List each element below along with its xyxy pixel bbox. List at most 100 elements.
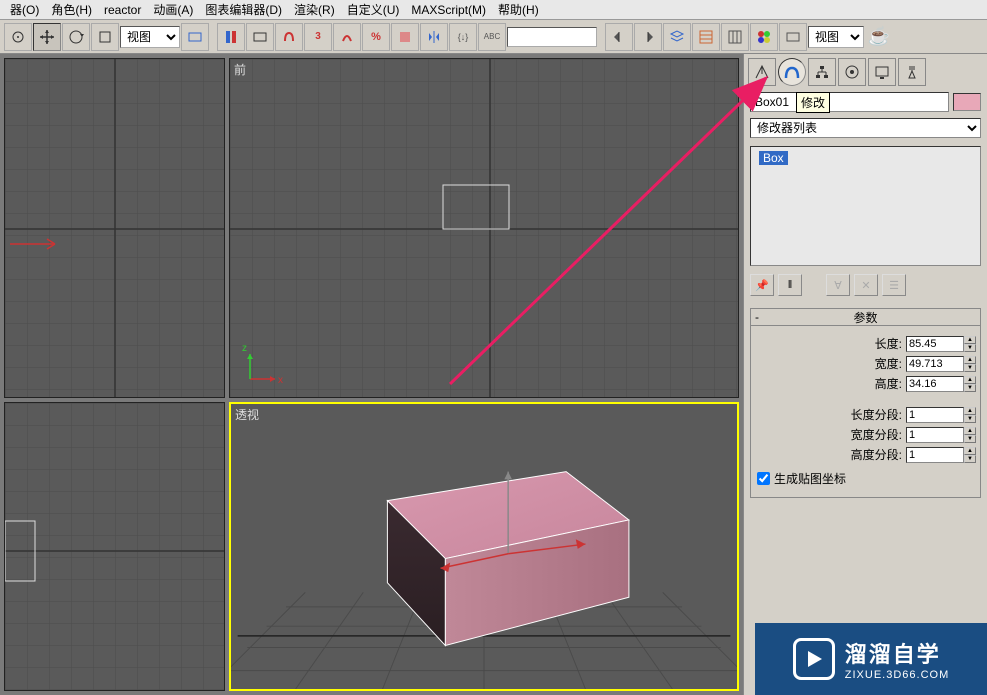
toggle-x-button[interactable] (605, 23, 633, 51)
height-spinner[interactable]: ▲▼ (964, 376, 976, 392)
height-seg-label: 高度分段: (851, 446, 902, 463)
width-segments-input[interactable] (906, 427, 964, 443)
rotate-button[interactable] (62, 23, 90, 51)
align-button[interactable]: {↓} (449, 23, 477, 51)
width-input[interactable] (906, 356, 964, 372)
create-tab[interactable] (748, 58, 776, 86)
hseg-spinner[interactable]: ▲▼ (964, 447, 976, 463)
width-label: 宽度: (875, 355, 902, 372)
quick-align-button[interactable]: ABC (478, 23, 506, 51)
wseg-spinner[interactable]: ▲▼ (964, 427, 976, 443)
svg-text:z: z (242, 343, 247, 354)
viewport-persp-label: 透视 (235, 406, 259, 423)
grid-top (5, 59, 224, 397)
select-object-button[interactable] (4, 23, 32, 51)
menu-animation[interactable]: 动画(A) (147, 0, 199, 20)
length-label: 长度: (875, 335, 902, 352)
use-center-button[interactable] (181, 23, 209, 51)
render-scene-button[interactable] (779, 23, 807, 51)
rollup-toggle-icon: - (755, 310, 759, 324)
select-manipulate-button[interactable] (217, 23, 245, 51)
menu-maxscript[interactable]: MAXScript(M) (405, 1, 492, 19)
stack-toolbar: 📌 ‖ ∀ ✕ ☰ (744, 270, 987, 300)
utilities-tab[interactable] (898, 58, 926, 86)
named-selection-input[interactable] (507, 27, 597, 47)
display-tab[interactable] (868, 58, 896, 86)
hierarchy-tab[interactable] (808, 58, 836, 86)
remove-modifier-button[interactable]: ✕ (854, 274, 878, 296)
menu-group[interactable]: 器(O) (4, 0, 45, 20)
move-button[interactable] (33, 23, 61, 51)
snap-toggle-button[interactable] (275, 23, 303, 51)
toggle-y-button[interactable] (634, 23, 662, 51)
width-spinner[interactable]: ▲▼ (964, 356, 976, 372)
length-input[interactable] (906, 336, 964, 352)
modifier-list-select[interactable]: 修改器列表 (750, 118, 981, 138)
parameters-rollup-body: 长度: ▲▼ 宽度: ▲▼ 高度: ▲▼ 长度分段: ▲▼ 宽度分段: ▲▼ 高… (750, 326, 981, 498)
watermark-sub: ZIXUE.3D66.COM (845, 669, 949, 681)
length-segments-input[interactable] (906, 407, 964, 423)
rollup-title: 参数 (853, 309, 877, 326)
height-label: 高度: (875, 375, 902, 392)
angle-snap-button[interactable]: 3 (304, 23, 332, 51)
schematic-view-button[interactable] (721, 23, 749, 51)
menu-render[interactable]: 渲染(R) (288, 0, 341, 20)
grid-persp (231, 404, 737, 689)
mirror-button[interactable] (420, 23, 448, 51)
gen-mapping-coords-checkbox[interactable] (757, 472, 770, 485)
menu-customize[interactable]: 自定义(U) (341, 0, 406, 20)
command-panel: Box01 修改 修改器列表 Box 📌 ‖ ∀ ✕ ☰ - 参数 长度: (743, 54, 987, 695)
grid-left (5, 403, 224, 690)
viewport-front[interactable]: 前 x z (229, 58, 739, 398)
percent-snap-button[interactable] (333, 23, 361, 51)
modifier-stack[interactable]: Box (750, 146, 981, 266)
play-icon (793, 638, 835, 680)
viewport-perspective[interactable]: 透视 (229, 402, 739, 691)
curve-editor-button[interactable] (692, 23, 720, 51)
object-color-swatch[interactable] (953, 93, 981, 111)
length-seg-label: 长度分段: (851, 406, 902, 423)
scale-button[interactable] (91, 23, 119, 51)
viewport-left[interactable] (4, 402, 225, 691)
svg-text:x: x (278, 375, 283, 386)
config-button[interactable]: ☰ (882, 274, 906, 296)
render-preset-select[interactable]: 视图 (808, 26, 864, 48)
reference-coord-select[interactable]: 视图 (120, 26, 180, 48)
parameters-rollup-header[interactable]: - 参数 (750, 308, 981, 326)
show-end-result-button[interactable]: ‖ (778, 274, 802, 296)
height-segments-input[interactable] (906, 447, 964, 463)
watermark-badge: 溜溜自学 ZIXUE.3D66.COM (755, 623, 987, 695)
viewports-container: 前 x z (0, 54, 743, 695)
menu-bar: 器(O) 角色(H) reactor 动画(A) 图表编辑器(D) 渲染(R) … (0, 0, 987, 20)
modify-tab[interactable] (778, 58, 806, 86)
main-toolbar: 视图 3 % {↓} ABC 视图 ☕ (0, 20, 987, 54)
motion-tab[interactable] (838, 58, 866, 86)
keyboard-shortcut-button[interactable] (246, 23, 274, 51)
make-unique-button[interactable]: ∀ (826, 274, 850, 296)
width-seg-label: 宽度分段: (851, 426, 902, 443)
height-input[interactable] (906, 376, 964, 392)
named-selection-button[interactable] (391, 23, 419, 51)
layers-button[interactable] (663, 23, 691, 51)
command-panel-tabs (744, 54, 987, 90)
main-area: 前 x z (0, 54, 987, 695)
box-geometry (387, 472, 629, 646)
grid-front: x z (230, 59, 738, 397)
length-spinner[interactable]: ▲▼ (964, 336, 976, 352)
viewport-front-label: 前 (234, 61, 246, 78)
material-editor-button[interactable] (750, 23, 778, 51)
viewport-top[interactable] (4, 58, 225, 398)
spinner-snap-button[interactable]: % (362, 23, 390, 51)
lseg-spinner[interactable]: ▲▼ (964, 407, 976, 423)
menu-grapheditor[interactable]: 图表编辑器(D) (199, 0, 288, 20)
modify-tooltip: 修改 (796, 92, 830, 113)
gen-mapping-coords-label: 生成贴图坐标 (774, 470, 846, 487)
watermark-title: 溜溜自学 (845, 637, 949, 669)
menu-help[interactable]: 帮助(H) (492, 0, 545, 20)
menu-reactor[interactable]: reactor (98, 1, 147, 19)
pin-stack-button[interactable]: 📌 (750, 274, 774, 296)
stack-item-box[interactable]: Box (759, 151, 788, 165)
object-name-input[interactable]: Box01 (750, 92, 949, 112)
menu-role[interactable]: 角色(H) (45, 0, 98, 20)
quick-render-button[interactable]: ☕ (865, 27, 893, 47)
